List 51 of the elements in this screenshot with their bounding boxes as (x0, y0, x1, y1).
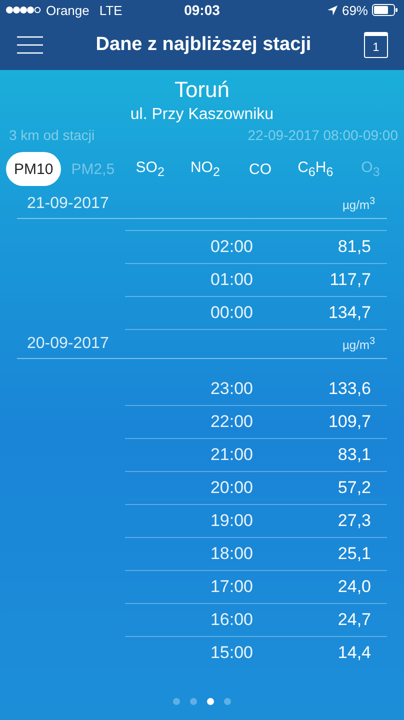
hour-cell-text: 17:00 (209, 577, 253, 597)
date-heading: 21-09-2017 (27, 195, 109, 213)
clock-time: 09:03 (184, 2, 220, 18)
pollutant-tab[interactable]: C$_{6}$H$_{6}$ (288, 152, 343, 186)
hour-cell-text: 02:00 (209, 237, 253, 257)
value-cell-text: 24,7 (336, 610, 372, 630)
hour-cell-text: 20:00 (209, 478, 253, 498)
page-indicator-dot[interactable] (224, 698, 231, 705)
value-cell-text: 117,7 (328, 270, 372, 290)
station-distance: 3 km od stacji (9, 126, 95, 144)
pollutant-tab[interactable]: NO$_{2}$ (178, 152, 233, 186)
hour-cell-text: 22:00 (209, 412, 253, 432)
hour-cell-text: 16:00 (209, 610, 253, 630)
battery-icon (372, 4, 398, 16)
signal-icon (6, 6, 42, 14)
hour-cell-text: 01:00 (209, 270, 253, 290)
calendar-button[interactable]: 1 (364, 32, 388, 58)
value-cell-text: 83,1 (336, 445, 372, 465)
hour-cell-text: 18:00 (209, 544, 253, 564)
menu-icon[interactable] (17, 36, 43, 54)
hour-cell-text: 00:00 (209, 303, 253, 323)
battery-percentage: 69% (342, 2, 368, 18)
value-cell-text: 81,5 (336, 237, 372, 257)
hour-cell-text: 19:00 (209, 511, 253, 531)
value-cell-text: 14,4 (336, 643, 372, 663)
value-cell-text: 25,1 (336, 544, 372, 564)
value-cell-text: 24,0 (336, 577, 372, 597)
location-arrow-icon (326, 4, 338, 16)
carrier-name: Orange (46, 2, 90, 18)
value-cell-text: 57,2 (336, 478, 372, 498)
pollutant-tab[interactable]: CO (232, 152, 288, 186)
station-address: ul. Przy Kaszowniku (130, 105, 274, 125)
page-indicator-dot[interactable] (207, 698, 214, 705)
value-cell-text: 27,3 (336, 511, 372, 531)
measurement-period: 22-09-2017 08:00-09:00 (248, 126, 398, 144)
network-type: LTE (99, 2, 122, 18)
city-name: Toruń (174, 76, 230, 104)
date-heading: 20-09-2017 (27, 335, 109, 353)
page-indicator-dot[interactable] (190, 698, 197, 705)
pollutant-tab[interactable]: PM10 (6, 152, 62, 186)
unit-label: µg/m$^{3}$ (342, 196, 375, 212)
value-cell-text: 109,7 (327, 412, 372, 432)
value-cell-text: 133,6 (327, 379, 372, 399)
hour-cell-text: 21:00 (209, 445, 253, 465)
hour-cell-text: 23:00 (209, 379, 253, 399)
unit-label: µg/m$^{3}$ (342, 336, 375, 352)
value-cell-text: 134,7 (327, 303, 372, 323)
hour-cell-text: 15:00 (209, 643, 253, 663)
page-indicator-dot[interactable] (173, 698, 180, 705)
screen-title: Dane z najbliższej stacji (96, 34, 312, 56)
pollutant-tab[interactable]: SO$_{2}$ (122, 152, 178, 186)
